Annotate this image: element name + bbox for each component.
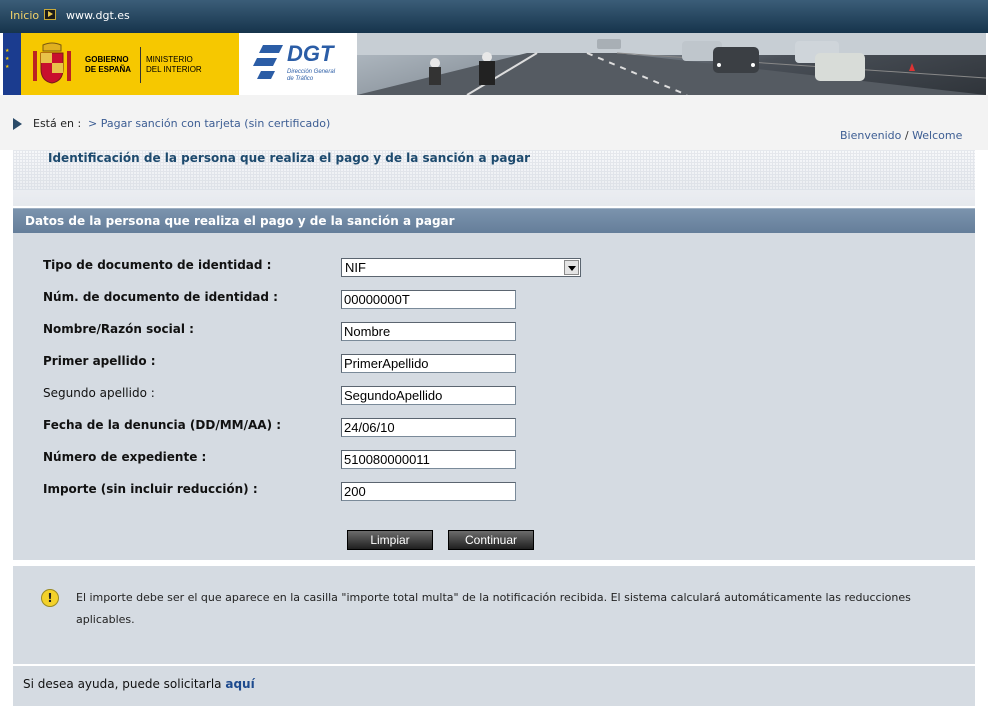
name-field[interactable] <box>341 322 516 341</box>
surname2-field[interactable] <box>341 386 516 405</box>
date-label: Fecha de la denuncia (DD/MM/AA) : <box>43 418 282 432</box>
dgt-logo[interactable]: DGT Dirección General de Tráfico <box>239 33 357 95</box>
name-label: Nombre/Razón social : <box>43 322 194 336</box>
breadcrumb-arrow-icon <box>13 118 22 130</box>
breadcrumb-label: Está en : <box>33 117 82 130</box>
surname2-label: Segundo apellido : <box>43 386 155 400</box>
dgt-subtitle: Dirección General de Tráfico <box>287 69 336 82</box>
file-number-field[interactable] <box>341 450 516 469</box>
doc-type-select[interactable]: NIF <box>341 258 581 277</box>
page-title: Identificación de la persona que realiza… <box>48 151 531 165</box>
doc-number-label: Núm. de documento de identidad : <box>43 290 278 304</box>
doc-type-label: Tipo de documento de identidad : <box>43 258 272 272</box>
government-logo[interactable]: GOBIERNODE ESPAÑA MINISTERIODEL INTERIOR <box>3 33 239 95</box>
amount-note: El importe debe ser el que aparece en la… <box>76 591 911 626</box>
road-image <box>357 33 986 95</box>
ministry-label: MINISTERIO DEL INTERIOR <box>146 55 202 74</box>
help-link[interactable]: aquí <box>225 677 254 691</box>
lang-english-link[interactable]: Welcome <box>912 129 962 142</box>
section-title: Datos de la persona que realiza el pago … <box>25 214 455 228</box>
continue-button[interactable]: Continuar <box>448 530 534 550</box>
file-number-label: Número de expediente : <box>43 450 207 464</box>
header-banner: GOBIERNODE ESPAÑA MINISTERIODEL INTERIOR… <box>3 33 986 97</box>
date-field[interactable] <box>341 418 516 437</box>
chevron-down-icon[interactable] <box>564 260 579 275</box>
warning-icon: ! <box>41 589 59 607</box>
amount-field[interactable] <box>341 482 516 501</box>
dgt-mark-icon <box>253 45 283 79</box>
play-arrow-icon[interactable] <box>44 9 56 20</box>
home-link[interactable]: Inicio <box>10 9 39 22</box>
lang-spanish-link[interactable]: Bienvenido <box>840 129 901 142</box>
page-title-box: Identificación de la persona que realiza… <box>13 150 975 206</box>
traffic-photo <box>357 33 986 95</box>
breadcrumb[interactable]: > Pagar sanción con tarjeta (sin certifi… <box>88 117 330 130</box>
coat-of-arms-icon <box>33 42 71 84</box>
top-bar: Inicio www.dgt.es <box>0 0 988 33</box>
amount-label: Importe (sin incluir reducción) : <box>43 482 258 496</box>
help-text: Si desea ayuda, puede solicitarla aquí <box>23 677 255 691</box>
clear-button[interactable]: Limpiar <box>347 530 433 550</box>
government-label: GOBIERNO DE ESPAÑA <box>85 55 132 74</box>
language-selector: Bienvenido / Welcome <box>840 129 963 142</box>
eu-flag-icon <box>3 33 21 95</box>
surname1-label: Primer apellido : <box>43 354 156 368</box>
section-header: Datos de la persona que realiza el pago … <box>13 208 975 234</box>
surname1-field[interactable] <box>341 354 516 373</box>
site-link[interactable]: www.dgt.es <box>66 9 130 22</box>
doc-number-field[interactable] <box>341 290 516 309</box>
dgt-name: DGT <box>287 41 334 66</box>
